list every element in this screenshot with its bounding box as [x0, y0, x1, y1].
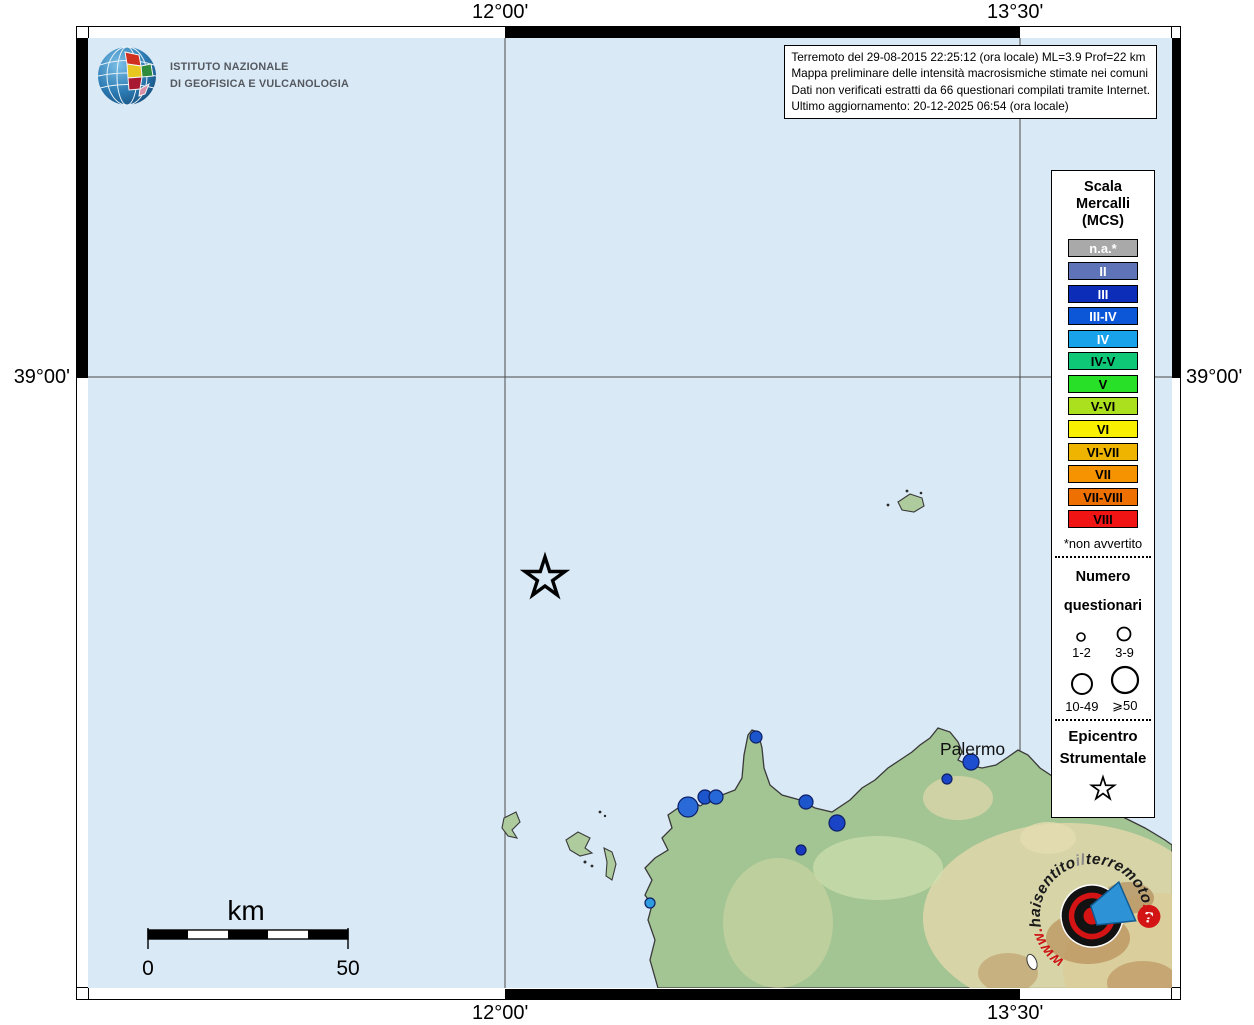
- questionnaire-sizes-row1: 1-2 3-9: [1052, 625, 1154, 660]
- ingv-globe-icon: [97, 46, 157, 106]
- lat-label-left: 39°00': [0, 366, 70, 389]
- mcs-swatch-V-VI: V-VI: [1068, 397, 1138, 415]
- info-line-4: Ultimo aggiornamento: 20-12-2025 06:54 (…: [791, 98, 1150, 114]
- ingv-logo: ISTITUTO NAZIONALE DI GEOFISICA E VULCAN…: [97, 46, 349, 106]
- lon-label-top-1: 12°00': [472, 1, 528, 24]
- intensity-dot: [709, 790, 723, 804]
- mcs-scale: n.a.*IIIIIIII-IVIVIV-VVV-VIVIVI-VIIVIIVI…: [1052, 239, 1154, 528]
- info-line-1: Terremoto del 29-08-2015 22:25:12 (ora l…: [791, 49, 1150, 65]
- scale-bar-unit: km: [227, 895, 264, 926]
- intensity-dot: [645, 898, 655, 908]
- ingv-name-line2: DI GEOFISICA E VULCANOLOGIA: [170, 76, 349, 93]
- event-info-box: Terremoto del 29-08-2015 22:25:12 (ora l…: [784, 45, 1157, 119]
- frame-band-bottom: [88, 987, 1172, 1000]
- intensity-dot: [799, 795, 813, 809]
- lon-label-bottom-1: 12°00': [472, 1002, 528, 1025]
- lat-label-right: 39°00': [1186, 366, 1242, 389]
- intensity-dot: [829, 815, 845, 831]
- map-canvas: Palermo km 0 50 ? www.haisentitoilterrem…: [88, 38, 1172, 988]
- intensity-dot: [678, 797, 698, 817]
- intensity-dot: [750, 731, 762, 743]
- mcs-swatch-VIII: VIII: [1068, 510, 1138, 528]
- legend-panel: Scala Mercalli (MCS) n.a.*IIIIIIII-IVIVI…: [1051, 170, 1155, 818]
- info-line-2: Mappa preliminare delle intensità macros…: [791, 65, 1150, 81]
- intensity-dot: [796, 845, 806, 855]
- size-circle-10-49-icon: [1069, 671, 1095, 697]
- city-label-palermo: Palermo: [940, 739, 1005, 759]
- mcs-swatch-V: V: [1068, 375, 1138, 393]
- questionnaire-title: Numero questionari: [1052, 563, 1154, 621]
- mcs-swatch-VI: VI: [1068, 420, 1138, 438]
- mcs-swatch-n-a-: n.a.*: [1068, 239, 1138, 257]
- mcs-swatch-VII-VIII: VII-VIII: [1068, 488, 1138, 506]
- mcs-swatch-III: III: [1068, 285, 1138, 303]
- scale-bar-start: 0: [142, 957, 154, 980]
- frame-corner-br: [1171, 987, 1181, 1000]
- mcs-swatch-IV: IV: [1068, 330, 1138, 348]
- epicenter-star-icon: [1088, 774, 1118, 804]
- mcs-swatch-VII: VII: [1068, 465, 1138, 483]
- ingv-name-line1: ISTITUTO NAZIONALE: [170, 59, 349, 76]
- legend-footnote: *non avvertito: [1052, 536, 1154, 551]
- lon-label-bottom-2: 13°30': [987, 1002, 1043, 1025]
- frame-band-right: [1171, 38, 1181, 988]
- divider: [1055, 556, 1151, 558]
- size-circle-50-icon: [1109, 664, 1141, 696]
- size-circle-1-2-icon: [1075, 631, 1087, 643]
- mcs-swatch-IV-V: IV-V: [1068, 352, 1138, 370]
- legend-title: Scala Mercalli (MCS): [1052, 179, 1154, 230]
- mcs-swatch-III-IV: III-IV: [1068, 307, 1138, 325]
- size-circle-3-9-icon: [1115, 625, 1133, 643]
- divider: [1055, 719, 1151, 721]
- epicenter-legend-title: Epicentro Strumentale: [1052, 726, 1154, 770]
- intensity-dot: [942, 774, 952, 784]
- info-line-3: Dati non verificati estratti da 66 quest…: [791, 82, 1150, 98]
- lon-label-top-2: 13°30': [987, 1, 1043, 24]
- mcs-swatch-VI-VII: VI-VII: [1068, 443, 1138, 461]
- mcs-swatch-II: II: [1068, 262, 1138, 280]
- questionnaire-sizes-row2: 10-49 ⩾50: [1052, 664, 1154, 714]
- scale-bar-end: 50: [336, 957, 359, 980]
